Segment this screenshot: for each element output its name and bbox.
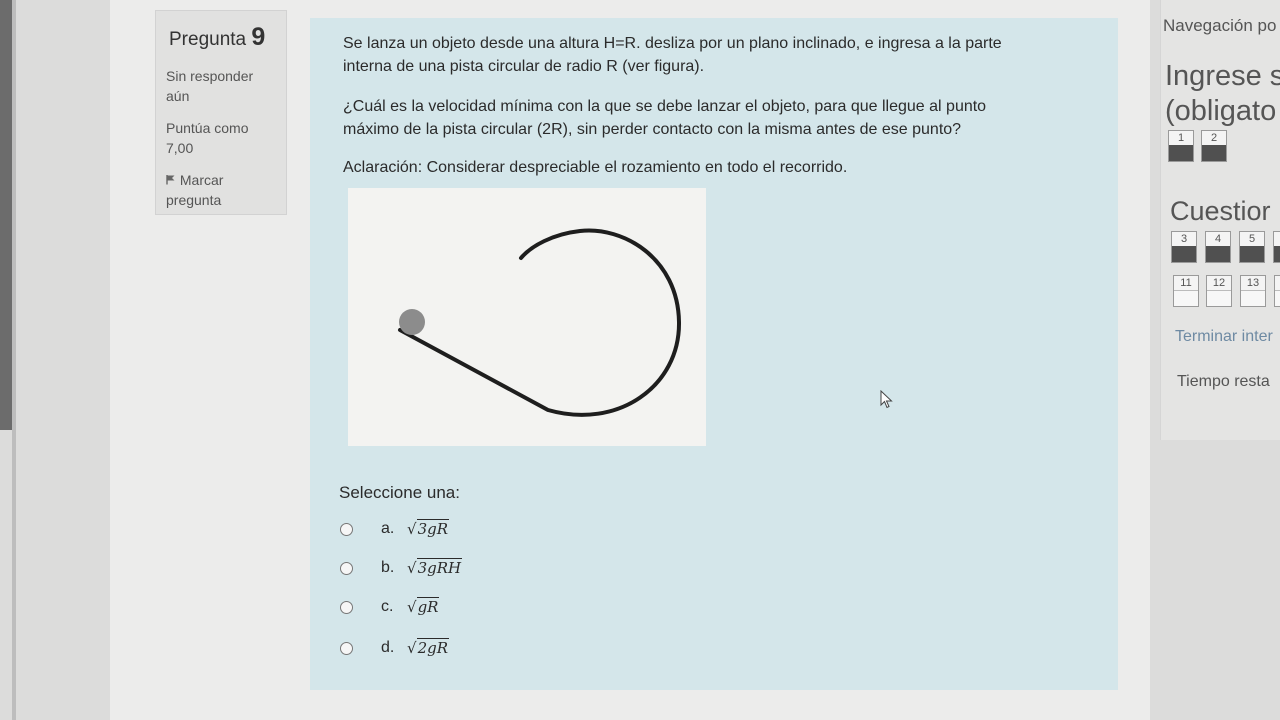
question-number: 9 xyxy=(251,23,266,51)
question-text-paragraph-1: Se lanza un objeto desde una altura H=R.… xyxy=(343,32,1002,78)
answer-option-a[interactable]: a. √3gR xyxy=(340,516,450,542)
question-text-line: Se lanza un objeto desde una altura H=R.… xyxy=(343,35,1002,52)
answer-radicand: 2gR xyxy=(416,638,450,657)
question-status: Sin responder aún xyxy=(166,68,254,104)
track-figure xyxy=(348,188,706,446)
answer-option-b[interactable]: b. √3gRH xyxy=(340,555,463,581)
nav-question-button[interactable]: 1 xyxy=(1168,130,1194,162)
flag-icon xyxy=(166,172,180,188)
nav-question-number: 5 xyxy=(1248,233,1256,245)
answer-letter: d. xyxy=(381,639,395,656)
answer-letter: b. xyxy=(381,559,395,576)
nav-question-number: 12 xyxy=(1212,277,1226,289)
answer-option-c[interactable]: c. √gR xyxy=(340,594,440,620)
left-edge xyxy=(0,0,12,430)
answer-letter: c. xyxy=(381,598,394,615)
nav-question-number: 4 xyxy=(1214,233,1222,245)
nav-question-number: 13 xyxy=(1246,277,1260,289)
nav-question-button[interactable]: 13 xyxy=(1240,275,1266,307)
finish-attempt-link[interactable]: Terminar inter xyxy=(1175,328,1273,346)
nav-question-button[interactable]: 2 xyxy=(1201,130,1227,162)
section-subtitle: (obligato xyxy=(1165,95,1277,127)
radio-button[interactable] xyxy=(340,522,353,536)
nav-question-button[interactable]: 3 xyxy=(1171,231,1197,263)
question-text-line: máximo de la pista circular (2R), sin pe… xyxy=(343,121,962,138)
answer-radicand: 3gRH xyxy=(416,558,463,577)
answer-formula: √gR xyxy=(407,597,440,616)
nav-title: Navegación po xyxy=(1163,16,1277,35)
radio-button[interactable] xyxy=(340,641,353,655)
time-left-label: Tiempo resta xyxy=(1177,373,1270,390)
nav-question-button[interactable] xyxy=(1273,231,1280,263)
left-edge-shadow xyxy=(12,0,16,720)
nav-question-number: 2 xyxy=(1210,132,1218,144)
answer-letter: a. xyxy=(381,520,395,537)
section-title: Ingrese s xyxy=(1165,60,1280,92)
question-text-paragraph-2: ¿Cuál es la velocidad mínima con la que … xyxy=(343,95,986,141)
nav-question-number: 1 xyxy=(1177,132,1185,144)
question-title-label: Pregunta xyxy=(169,29,247,50)
quiz-navigation: Navegación po Ingrese s (obligato 1 2 Cu… xyxy=(1160,0,1280,440)
answer-formula: √3gR xyxy=(407,519,450,538)
question-text-line: ¿Cuál es la velocidad mínima con la que … xyxy=(343,98,987,115)
question-info: Pregunta 9 Sin responder aún Puntúa como… xyxy=(155,10,287,215)
mouse-cursor-icon xyxy=(880,389,894,415)
inclined-plane-and-loop-track xyxy=(398,228,682,417)
nav-question-number: 11 xyxy=(1180,277,1192,289)
radio-button[interactable] xyxy=(340,600,353,614)
question-text-line: interna de una pista circular de radio R… xyxy=(343,58,705,75)
section-title: Cuestior xyxy=(1170,196,1271,226)
radio-button[interactable] xyxy=(340,561,353,575)
answer-formula: √3gRH xyxy=(407,558,463,577)
nav-question-button[interactable]: 11 xyxy=(1173,275,1199,307)
question-title: Pregunta 9 xyxy=(169,23,276,52)
answer-formula: √2gR xyxy=(407,638,450,657)
nav-question-button[interactable]: 12 xyxy=(1206,275,1232,307)
ball xyxy=(399,309,425,335)
nav-question-button[interactable] xyxy=(1274,275,1280,307)
answer-radicand: 3gR xyxy=(416,519,450,538)
answer-option-d[interactable]: d. √2gR xyxy=(340,635,450,661)
nav-question-button[interactable]: 4 xyxy=(1205,231,1231,263)
answer-radicand: gR xyxy=(416,597,440,616)
question-note: Aclaración: Considerar despreciable el r… xyxy=(343,159,848,176)
nav-question-number: 3 xyxy=(1180,233,1188,245)
flag-question-link[interactable]: Marcar pregunta xyxy=(166,170,276,210)
select-one-prompt: Seleccione una: xyxy=(339,483,460,502)
nav-question-button[interactable]: 5 xyxy=(1239,231,1265,263)
question-grade: Puntúa como 7,00 xyxy=(166,120,249,156)
